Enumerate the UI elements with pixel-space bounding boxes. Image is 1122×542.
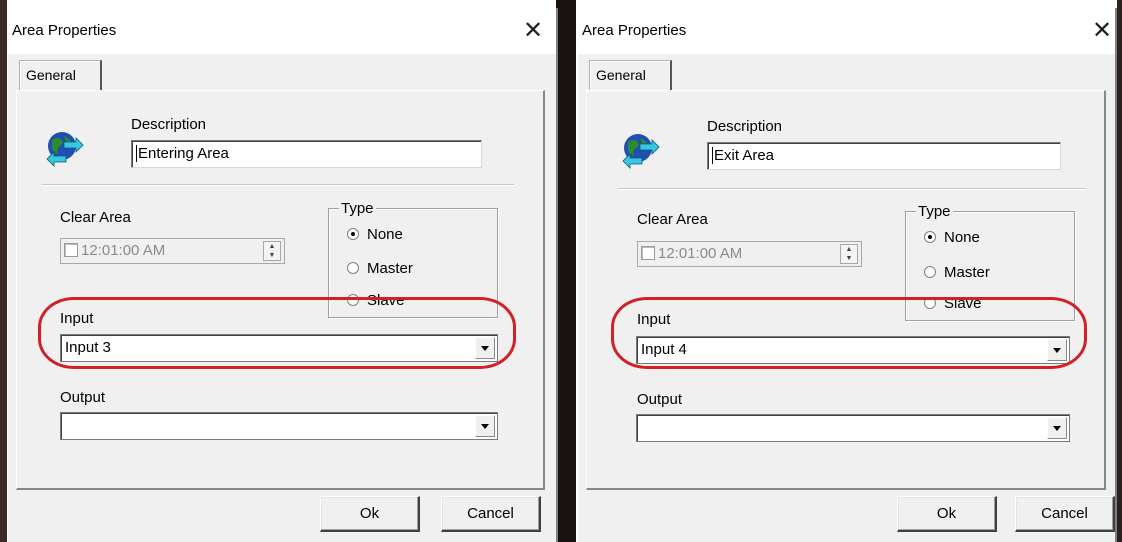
clear-area-time-picker[interactable]: 12:01:00 AM ▲ ▼ xyxy=(637,241,862,267)
clear-area-label: Clear Area xyxy=(60,209,131,226)
input-value: Input 3 xyxy=(65,339,111,356)
description-label: Description xyxy=(707,118,783,135)
dialog-title: Area Properties xyxy=(582,22,687,39)
type-radio-master[interactable]: Master xyxy=(924,264,990,281)
type-radio-master[interactable]: Master xyxy=(347,260,413,277)
radio-none-label: None xyxy=(944,229,980,246)
chevron-down-icon[interactable] xyxy=(1047,417,1067,439)
type-radio-none[interactable]: None xyxy=(924,229,980,246)
globe-arrows-icon xyxy=(46,132,84,167)
close-icon[interactable]: ✕ xyxy=(520,17,546,43)
tab-general[interactable]: General xyxy=(19,60,102,90)
separator xyxy=(617,188,1087,190)
radio-selected-icon xyxy=(347,228,359,240)
separator xyxy=(41,184,514,186)
area-properties-dialog-entering: Area Properties ✕ General Description En… xyxy=(8,8,558,542)
input-label: Input xyxy=(637,311,671,328)
radio-slave-label: Slave xyxy=(944,295,982,309)
input-label: Input xyxy=(60,310,94,327)
radio-master-label: Master xyxy=(367,260,413,277)
chevron-down-icon[interactable] xyxy=(475,337,495,359)
clear-area-label: Clear Area xyxy=(637,211,708,228)
output-label: Output xyxy=(637,391,683,408)
radio-icon xyxy=(924,266,936,278)
background-edge-left xyxy=(0,0,7,542)
description-input[interactable]: Exit Area xyxy=(707,142,1061,170)
time-spinner[interactable]: ▲ ▼ xyxy=(840,244,858,264)
type-radio-slave[interactable]: Slave xyxy=(347,292,405,306)
background-edge-right xyxy=(1117,0,1122,542)
input-select[interactable]: Input 3 xyxy=(60,334,498,362)
background-divider xyxy=(556,0,576,542)
clear-area-time: 12:01:00 AM xyxy=(81,242,166,259)
ok-button[interactable]: Ok xyxy=(897,496,997,532)
radio-selected-icon xyxy=(924,231,936,243)
radio-master-label: Master xyxy=(944,264,990,281)
clear-area-time: 12:01:00 AM xyxy=(658,245,743,262)
type-label: Type xyxy=(339,200,376,217)
input-value: Input 4 xyxy=(641,341,687,358)
tab-general[interactable]: General xyxy=(589,60,672,90)
type-radio-none[interactable]: None xyxy=(347,226,403,243)
area-properties-dialog-exit: Area Properties ✕ General Description Ex… xyxy=(578,8,1117,542)
cancel-button[interactable]: Cancel xyxy=(441,496,541,532)
ok-button[interactable]: Ok xyxy=(320,496,420,532)
radio-icon xyxy=(924,297,936,309)
globe-arrows-icon xyxy=(622,134,660,169)
type-radio-slave[interactable]: Slave xyxy=(924,295,982,309)
output-label: Output xyxy=(60,389,106,406)
radio-icon xyxy=(347,294,359,306)
title-bar: Area Properties ✕ xyxy=(8,8,556,54)
clear-area-checkbox[interactable] xyxy=(64,243,78,257)
description-value: Exit Area xyxy=(714,147,775,164)
time-spinner[interactable]: ▲ ▼ xyxy=(263,241,281,261)
description-input[interactable]: Entering Area xyxy=(131,140,482,168)
chevron-down-icon[interactable] xyxy=(1047,339,1067,361)
output-select[interactable] xyxy=(60,412,498,440)
input-select[interactable]: Input 4 xyxy=(636,336,1070,364)
clear-area-time-picker[interactable]: 12:01:00 AM ▲ ▼ xyxy=(60,238,285,264)
clear-area-checkbox[interactable] xyxy=(641,246,655,260)
radio-icon xyxy=(347,262,359,274)
description-value: Entering Area xyxy=(138,145,229,162)
title-bar: Area Properties ✕ xyxy=(578,8,1115,54)
radio-slave-label: Slave xyxy=(367,292,405,306)
description-label: Description xyxy=(131,116,207,133)
type-label: Type xyxy=(916,203,953,220)
close-icon[interactable]: ✕ xyxy=(1089,17,1115,43)
dialog-title: Area Properties xyxy=(12,22,117,39)
cancel-button[interactable]: Cancel xyxy=(1015,496,1115,532)
chevron-down-icon[interactable] xyxy=(475,415,495,437)
radio-none-label: None xyxy=(367,226,403,243)
output-select[interactable] xyxy=(636,414,1070,442)
